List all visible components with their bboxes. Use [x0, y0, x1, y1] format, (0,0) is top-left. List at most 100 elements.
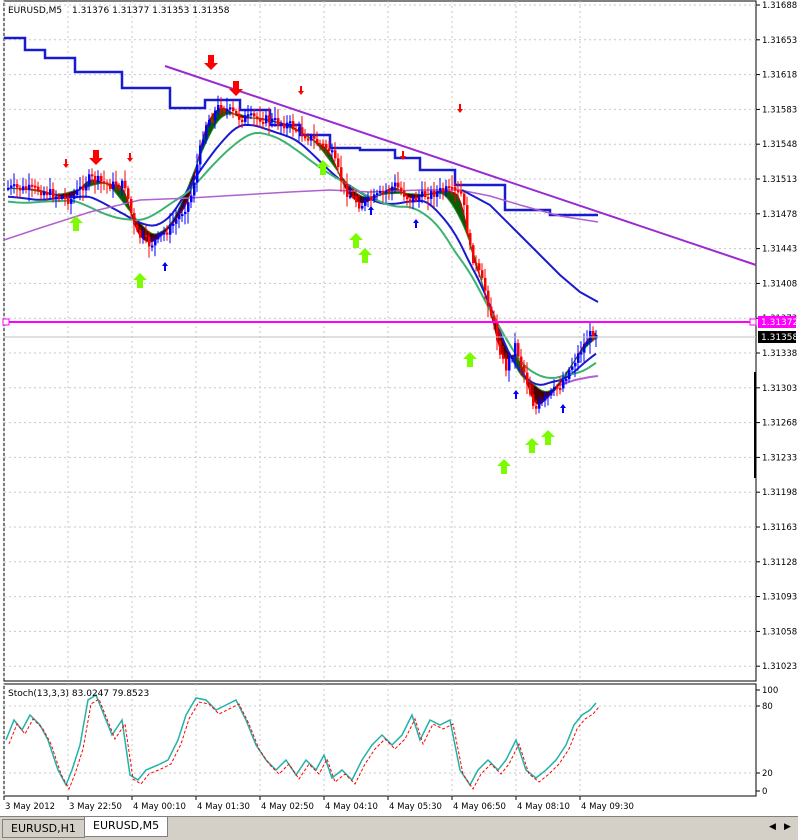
- price-tick-label: 1.31198: [762, 488, 797, 498]
- candle-bull: [73, 195, 76, 199]
- candle-bear: [463, 194, 466, 205]
- candle-bull: [265, 115, 268, 123]
- candle-bear: [490, 307, 493, 316]
- candle-bull: [574, 363, 577, 367]
- candle-bear: [403, 191, 406, 197]
- candle-bull: [586, 342, 589, 344]
- scroll-left-icon[interactable]: ◀: [766, 821, 779, 834]
- candle-bear: [145, 235, 148, 237]
- candle-bear: [478, 263, 481, 270]
- candle-bull: [226, 109, 229, 111]
- candle-bear: [340, 167, 343, 181]
- stochastic-tick-label: 0: [762, 787, 767, 797]
- candle-bull: [538, 403, 541, 409]
- candle-bear: [283, 124, 286, 129]
- time-tick-label: 4 May 02:50: [261, 802, 314, 812]
- stochastic-tick-label: 20: [762, 769, 773, 779]
- price-tick-label: 1.31408: [762, 279, 797, 289]
- candle-bull: [289, 121, 292, 123]
- candle-bear: [466, 205, 469, 233]
- candle-bear: [397, 183, 400, 188]
- candle-bull: [97, 176, 100, 182]
- candle-bear: [241, 120, 244, 122]
- time-tick-label: 4 May 09:30: [581, 802, 634, 812]
- price-tick-label: 1.31338: [762, 349, 797, 359]
- candle-bull: [577, 354, 580, 363]
- candle-bear: [268, 115, 271, 122]
- candle-bull: [298, 127, 301, 130]
- candle-bull: [13, 184, 16, 186]
- candle-bull: [571, 366, 574, 370]
- candle-bear: [502, 355, 505, 359]
- candle-bear: [103, 181, 106, 183]
- horizontal-line-handle-right[interactable]: [750, 319, 756, 325]
- candle-bear: [454, 187, 457, 190]
- candle-bear: [16, 184, 19, 188]
- time-tick-label: 3 May 22:50: [69, 802, 122, 812]
- candle-bull: [394, 183, 397, 187]
- candle-bull: [184, 212, 187, 214]
- tab-eurusd-h1[interactable]: EURUSD,H1: [2, 819, 85, 838]
- price-tick-label: 1.31023: [762, 662, 797, 672]
- candle-bull: [421, 191, 424, 197]
- tab-eurusd-m5[interactable]: EURUSD,M5: [84, 817, 168, 837]
- stochastic-label: Stoch(13,3,3) 83.0247 79.8523: [8, 689, 149, 699]
- candle-bear: [424, 191, 427, 197]
- candle-bear: [220, 105, 223, 110]
- symbol-label: EURUSD,M5: [8, 6, 62, 16]
- candle-bull: [583, 344, 586, 353]
- horizontal-line-handle-left[interactable]: [3, 319, 9, 325]
- candle-bear: [40, 192, 43, 196]
- candle-bull: [361, 206, 364, 209]
- candle-bear: [100, 176, 103, 181]
- candle-bull: [385, 191, 388, 193]
- candle-bull: [85, 185, 88, 191]
- time-tick-label: 4 May 05:30: [389, 802, 442, 812]
- candle-bear: [556, 387, 559, 389]
- time-tick-label: 3 May 2012: [5, 802, 55, 812]
- candle-bear: [34, 186, 37, 188]
- candle-bear: [82, 187, 85, 191]
- candle-bear: [448, 186, 451, 188]
- candle-bear: [352, 196, 355, 198]
- candle-bull: [160, 234, 163, 236]
- candle-bear: [415, 197, 418, 200]
- candle-bear: [529, 385, 532, 395]
- candle-bear: [517, 343, 520, 357]
- candle-bear: [325, 144, 328, 148]
- scroll-right-icon[interactable]: ▶: [781, 821, 794, 834]
- candle-bull: [274, 118, 277, 120]
- candle-bull: [43, 192, 46, 195]
- candle-bear: [334, 150, 337, 158]
- candle-bull: [76, 190, 79, 195]
- candle-bear: [259, 118, 262, 122]
- candle-bull: [10, 186, 13, 188]
- candle-bear: [433, 191, 436, 197]
- price-tick-label: 1.31443: [762, 245, 797, 255]
- candle-bear: [133, 213, 136, 225]
- candle-bull: [112, 182, 115, 189]
- candle-bear: [520, 357, 523, 365]
- candle-bull: [79, 187, 82, 190]
- candle-bear: [262, 122, 265, 124]
- candle-bear: [253, 113, 256, 116]
- candle-bear: [124, 181, 127, 189]
- price-chart[interactable]: EURUSD,M5 1.31376 1.31377 1.31353 1.3135…: [0, 0, 798, 816]
- candle-bear: [346, 184, 349, 197]
- candle-bull: [190, 196, 193, 203]
- candle-bull: [175, 219, 178, 224]
- candle-bull: [250, 113, 253, 115]
- candle-bear: [238, 114, 241, 120]
- horizontal-line-price-label: 1.31372: [761, 318, 798, 328]
- candle-bear: [427, 197, 430, 199]
- candle-bull: [142, 235, 145, 238]
- candle-bull: [562, 380, 565, 388]
- candle-bull: [568, 370, 571, 379]
- candle-bear: [460, 191, 463, 193]
- candle-bull: [163, 233, 166, 235]
- candle-bear: [505, 359, 508, 371]
- price-tick-label: 1.31163: [762, 523, 797, 533]
- price-tick-label: 1.31058: [762, 627, 797, 637]
- candle-bull: [157, 234, 160, 239]
- candle-bull: [364, 200, 367, 206]
